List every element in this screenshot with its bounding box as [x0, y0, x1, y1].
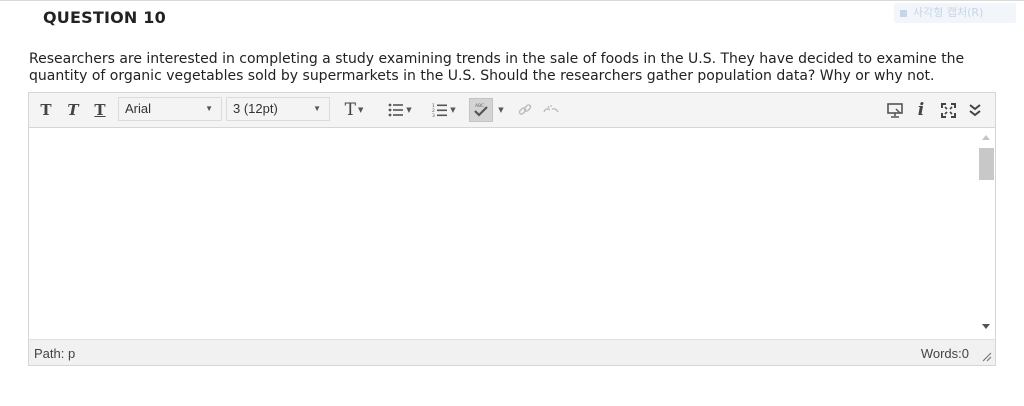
preview-icon [887, 102, 903, 118]
chevron-down-icon: ▼ [313, 104, 321, 113]
chevron-down-icon: ▼ [357, 106, 364, 114]
double-chevron-down-icon [969, 104, 981, 117]
editor-statusbar: Path: p Words:0 [29, 339, 995, 365]
collapse-toolbar-button[interactable] [965, 99, 985, 121]
font-size-select[interactable]: 3 (12pt) ▼ [226, 97, 330, 121]
unordered-list-icon [388, 103, 404, 117]
text-color-button[interactable]: T ▼ [336, 99, 372, 121]
underline-button[interactable]: T [90, 99, 110, 121]
fullscreen-button[interactable] [938, 99, 958, 121]
unlink-button[interactable] [540, 99, 562, 121]
info-button[interactable]: i [913, 99, 929, 121]
bold-button[interactable]: T [36, 99, 56, 121]
font-size-value: 3 (12pt) [233, 101, 278, 116]
chevron-down-icon: ▼ [406, 106, 412, 114]
editor-toolbar: T T T Arial ▼ 3 (12pt) ▼ T ▼ ▼ 1 2 3 ▼ A… [29, 93, 995, 128]
capture-icon [900, 9, 907, 17]
svg-text:3: 3 [432, 113, 435, 118]
resize-handle-icon[interactable] [980, 350, 992, 362]
italic-button[interactable]: T [63, 99, 83, 121]
format-text-icon: T [344, 100, 356, 120]
fullscreen-icon [940, 102, 956, 118]
svg-text:ABC: ABC [475, 103, 484, 109]
scroll-down-arrow-icon[interactable] [982, 324, 990, 329]
spellcheck-button[interactable]: ABC [469, 98, 493, 122]
ordered-list-button[interactable]: 1 2 3 ▼ [425, 99, 463, 121]
screen-capture-badge[interactable]: 사각형 캡처(R) [894, 3, 1016, 23]
unordered-list-button[interactable]: ▼ [381, 99, 419, 121]
editor-content-area[interactable] [29, 128, 995, 340]
chevron-down-icon: ▼ [450, 106, 456, 114]
spellcheck-icon: ABC [474, 103, 488, 117]
top-divider [0, 0, 1024, 1]
scroll-up-arrow-icon[interactable] [982, 135, 990, 140]
scrollbar-thumb[interactable] [979, 148, 994, 180]
spellcheck-dropdown[interactable]: ▼ [495, 99, 505, 121]
font-family-select[interactable]: Arial ▼ [118, 97, 222, 121]
link-icon [518, 104, 532, 115]
chevron-down-icon: ▼ [205, 104, 213, 113]
editor-scrollbar[interactable] [978, 128, 995, 340]
question-title: QUESTION 10 [43, 8, 166, 27]
link-button[interactable] [516, 99, 534, 121]
preview-button[interactable] [885, 99, 905, 121]
font-family-value: Arial [125, 101, 152, 116]
capture-label: 사각형 캡처(R) [913, 6, 984, 19]
info-icon: i [917, 100, 925, 120]
word-count: Words:0 [920, 346, 969, 361]
ordered-list-icon: 1 2 3 [432, 103, 448, 118]
element-path: Path: p [34, 346, 76, 361]
chevron-down-icon: ▼ [498, 106, 504, 114]
unlink-icon [543, 105, 559, 113]
rich-text-editor[interactable]: T T T Arial ▼ 3 (12pt) ▼ T ▼ ▼ 1 2 3 ▼ A… [28, 92, 996, 366]
question-text: Researchers are interested in completing… [29, 51, 965, 84]
